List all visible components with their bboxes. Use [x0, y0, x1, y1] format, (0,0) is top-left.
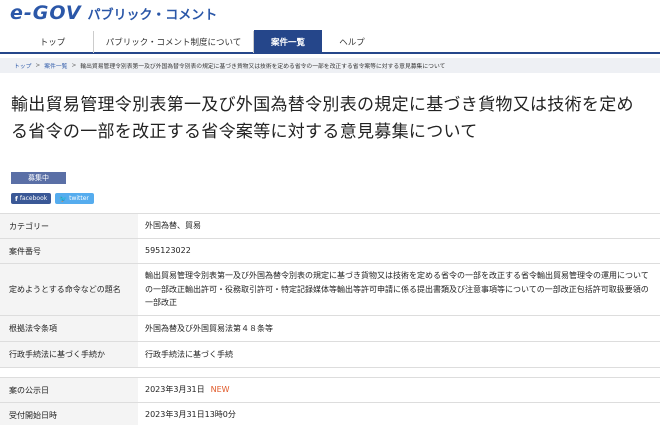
table-row: 案件番号 595123022	[0, 238, 660, 264]
status-badge: 募集中	[11, 172, 66, 184]
row-value: 外国為替及び外国貿易法第４８条等	[138, 315, 660, 342]
table-row: 行政手続法に基づく手続か 行政手続法に基づく手続	[0, 341, 660, 368]
row-label: 根拠法令条項	[0, 315, 138, 342]
table-row: 受付開始日時 2023年3月31日13時0分	[0, 402, 660, 425]
table-row: 案の公示日 2023年3月31日 NEW	[0, 377, 660, 403]
row-value: 2023年3月31日13時0分	[138, 402, 660, 425]
row-value: 595123022	[138, 238, 660, 264]
publish-date: 2023年3月31日	[145, 385, 205, 395]
egov-logo[interactable]: e-GOV パブリック・コメント	[10, 0, 217, 26]
row-value: 行政手続法に基づく手続	[138, 341, 660, 368]
breadcrumb-separator: >	[71, 62, 77, 69]
row-label: 受付開始日時	[0, 402, 138, 425]
breadcrumb-cases[interactable]: 案件一覧	[44, 61, 67, 70]
page-title: 輸出貿易管理令別表第一及び外国為替令別表の規定に基づき貨物又は技術を定める省令の…	[11, 95, 634, 142]
table-row: 根拠法令条項 外国為替及び外国貿易法第４８条等	[0, 315, 660, 342]
row-label: 定めようとする命令などの題名	[0, 263, 138, 316]
breadcrumb-current: 輸出貿易管理令別表第一及び外国為替令別表の規定に基づき貨物又は技術を定める省令の…	[80, 64, 446, 70]
nav-item-cases[interactable]: 案件一覧	[254, 30, 322, 54]
facebook-label: facebook	[19, 195, 48, 202]
breadcrumb-top[interactable]: トップ	[14, 61, 31, 70]
breadcrumb-separator: >	[35, 62, 41, 69]
table-row: カテゴリー 外国為替、貿易	[0, 213, 660, 239]
site-header: e-GOV パブリック・コメント	[0, 0, 660, 34]
logo-mark: e-GOV	[10, 2, 82, 24]
facebook-icon: f	[15, 194, 18, 203]
table-gap	[0, 367, 660, 378]
row-value: 2023年3月31日 NEW	[138, 377, 660, 403]
global-nav: トップ パブリック・コメント制度について 案件一覧 ヘルプ	[0, 30, 660, 54]
row-value: 外国為替、貿易	[138, 213, 660, 239]
twitter-icon: 🐦	[59, 194, 68, 203]
table-row: 定めようとする命令などの題名 輸出貿易管理令別表第一及び外国為替令別表の規定に基…	[0, 263, 660, 316]
logo-subtitle: パブリック・コメント	[87, 7, 218, 23]
row-label: カテゴリー	[0, 213, 138, 239]
facebook-share-button[interactable]: f facebook	[11, 193, 51, 204]
row-label: 案件番号	[0, 238, 138, 264]
row-label: 行政手続法に基づく手続か	[0, 341, 138, 368]
new-badge: NEW	[210, 385, 230, 395]
nav-item-about[interactable]: パブリック・コメント制度について	[94, 31, 254, 53]
row-label: 案の公示日	[0, 377, 138, 403]
share-buttons: f facebook 🐦 twitter	[11, 193, 94, 204]
row-value: 輸出貿易管理令別表第一及び外国為替令別表の規定に基づき貨物又は技術を定める省令の…	[138, 263, 660, 316]
twitter-label: twitter	[69, 195, 89, 202]
nav-item-top[interactable]: トップ	[12, 31, 94, 53]
breadcrumb: トップ > 案件一覧 > 輸出貿易管理令別表第一及び外国為替令別表の規定に基づき…	[0, 58, 660, 73]
twitter-share-button[interactable]: 🐦 twitter	[55, 193, 94, 204]
nav-item-help[interactable]: ヘルプ	[322, 31, 382, 53]
details-table: カテゴリー 外国為替、貿易 案件番号 595123022 定めようとする命令など…	[0, 213, 660, 425]
